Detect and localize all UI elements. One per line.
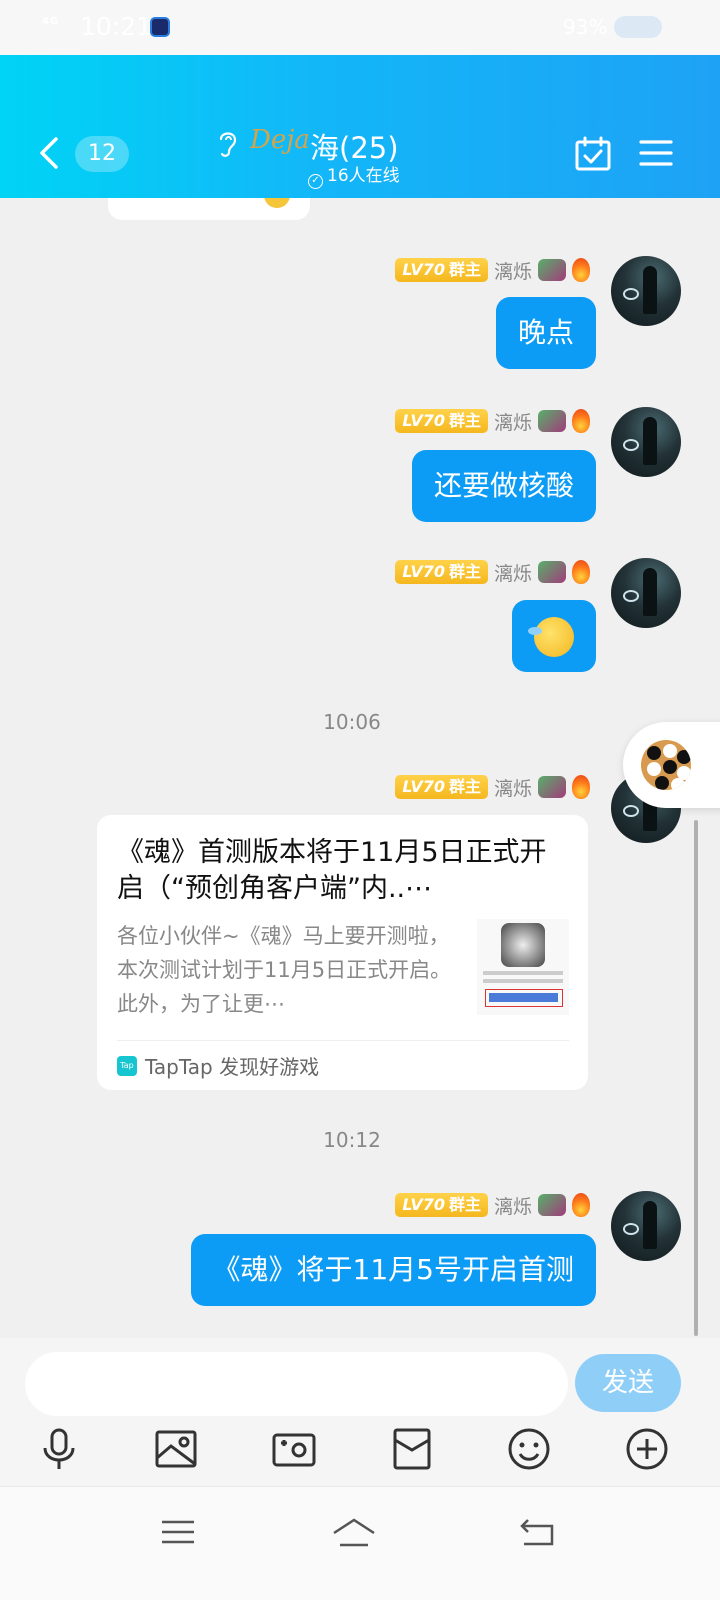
card-title: 《魂》首测版本将于11月5日正式开启（“预创角客户端”内..⋯ bbox=[117, 837, 547, 904]
message-timestamp: 10:12 bbox=[323, 1128, 381, 1152]
previous-message-bubble[interactable] bbox=[108, 198, 310, 220]
dragon-icon bbox=[538, 1194, 566, 1216]
dragon-icon bbox=[538, 776, 566, 798]
menu-icon[interactable] bbox=[158, 1515, 198, 1549]
microphone-icon[interactable] bbox=[36, 1426, 82, 1472]
camera-icon[interactable] bbox=[271, 1426, 317, 1472]
status-time: 10:21 bbox=[80, 12, 153, 41]
red-packet-icon[interactable] bbox=[389, 1426, 435, 1472]
battery-percent: 93% bbox=[563, 15, 608, 39]
status-bar: 4G 10:21 93% bbox=[0, 0, 720, 55]
avatar[interactable] bbox=[611, 256, 681, 326]
level-badge: LV70 群主 bbox=[395, 258, 488, 282]
send-button[interactable]: 发送 bbox=[575, 1354, 681, 1412]
card-source: Tap TapTap 发现好游戏 bbox=[117, 1051, 319, 1080]
sender-meta: LV70 群主 漓烁 bbox=[395, 559, 590, 585]
shared-link-card[interactable]: 《魂》首测版本将于11月5日正式开启（“预创角客户端”内..⋯ 各位小伙伴~《魂… bbox=[97, 815, 588, 1090]
signal-indicator: 4G bbox=[42, 16, 60, 27]
dragon-icon bbox=[538, 259, 566, 281]
card-thumbnail bbox=[477, 919, 569, 1015]
sender-meta: LV70 群主 漓烁 bbox=[395, 408, 590, 434]
sender-nickname[interactable]: 漓烁 bbox=[494, 257, 532, 284]
sender-meta: LV70 群主 漓烁 bbox=[395, 774, 590, 800]
sender-meta: LV70 群主 漓烁 bbox=[395, 257, 590, 283]
sender-nickname[interactable]: 漓烁 bbox=[494, 774, 532, 801]
taptap-icon: Tap bbox=[117, 1055, 137, 1076]
sender-nickname[interactable]: 漓烁 bbox=[494, 408, 532, 435]
emoji-icon[interactable] bbox=[506, 1426, 552, 1472]
game-logo-icon bbox=[501, 923, 545, 967]
level-badge: LV70 群主 bbox=[395, 1193, 488, 1217]
sender-nickname[interactable]: 漓烁 bbox=[494, 559, 532, 586]
chat-scrollbar[interactable] bbox=[694, 820, 698, 1336]
card-divider bbox=[117, 1040, 569, 1041]
message-bubble[interactable] bbox=[512, 600, 596, 672]
fire-icon bbox=[572, 1193, 590, 1217]
back-icon[interactable] bbox=[518, 1515, 558, 1549]
calendar-check-icon[interactable] bbox=[575, 136, 611, 172]
back-arrow-icon[interactable] bbox=[36, 135, 62, 171]
crying-laughing-emoji-icon bbox=[528, 617, 574, 657]
ear-icon[interactable] bbox=[216, 127, 240, 159]
app-notification-icon bbox=[150, 17, 170, 37]
avatar[interactable] bbox=[611, 407, 681, 477]
plus-icon[interactable] bbox=[624, 1426, 670, 1472]
dragon-icon bbox=[538, 561, 566, 583]
message-bubble[interactable]: 还要做核酸 bbox=[411, 450, 596, 522]
level-badge: LV70 群主 bbox=[395, 409, 488, 433]
dragon-icon bbox=[538, 410, 566, 432]
fire-icon bbox=[572, 775, 590, 799]
sender-nickname[interactable]: 漓烁 bbox=[494, 1192, 532, 1219]
unread-count-badge[interactable]: 12 bbox=[75, 136, 129, 172]
menu-icon[interactable] bbox=[639, 138, 673, 168]
avatar[interactable] bbox=[611, 558, 681, 628]
image-icon[interactable] bbox=[153, 1426, 199, 1472]
system-navigation-bar bbox=[0, 1486, 720, 1600]
home-icon[interactable] bbox=[331, 1515, 377, 1549]
card-source-label: TapTap 发现好游戏 bbox=[145, 1055, 320, 1079]
message-bubble[interactable]: 《魂》将于11月5号开启首测 bbox=[190, 1234, 596, 1306]
chat-header: 12 Deja 海(25) ✓ 16人在线 bbox=[0, 55, 720, 198]
level-badge: LV70 群主 bbox=[395, 775, 488, 799]
input-bar: 发送 bbox=[0, 1338, 720, 1486]
chat-message-list[interactable]: LV70 群主 漓烁 晚点 LV70 群主 漓烁 还要做核酸 LV70 群主 漓烁 1… bbox=[0, 198, 720, 1338]
avatar[interactable] bbox=[611, 1191, 681, 1261]
online-count: ✓ 16人在线 bbox=[308, 161, 400, 189]
input-toolbar bbox=[0, 1426, 720, 1476]
online-check-icon: ✓ bbox=[308, 174, 323, 189]
message-timestamp: 10:06 bbox=[323, 710, 381, 734]
gomoku-board-icon bbox=[641, 740, 691, 790]
emoji-icon bbox=[264, 198, 290, 208]
floating-game-button[interactable] bbox=[623, 722, 720, 808]
fire-icon bbox=[572, 258, 590, 282]
fire-icon bbox=[572, 560, 590, 584]
level-badge: LV70 群主 bbox=[395, 560, 488, 584]
message-input[interactable] bbox=[25, 1352, 568, 1416]
sender-meta: LV70 群主 漓烁 bbox=[395, 1192, 590, 1218]
card-description: 各位小伙伴~《魂》马上要开测啦，本次测试计划于11月5日正式开启。此外，为了让更… bbox=[117, 924, 452, 1016]
online-text: 16人在线 bbox=[327, 166, 400, 186]
battery-icon bbox=[614, 16, 662, 38]
group-decoration-logo: Deja bbox=[250, 125, 310, 155]
fire-icon bbox=[572, 409, 590, 433]
message-bubble[interactable]: 晚点 bbox=[495, 297, 596, 369]
